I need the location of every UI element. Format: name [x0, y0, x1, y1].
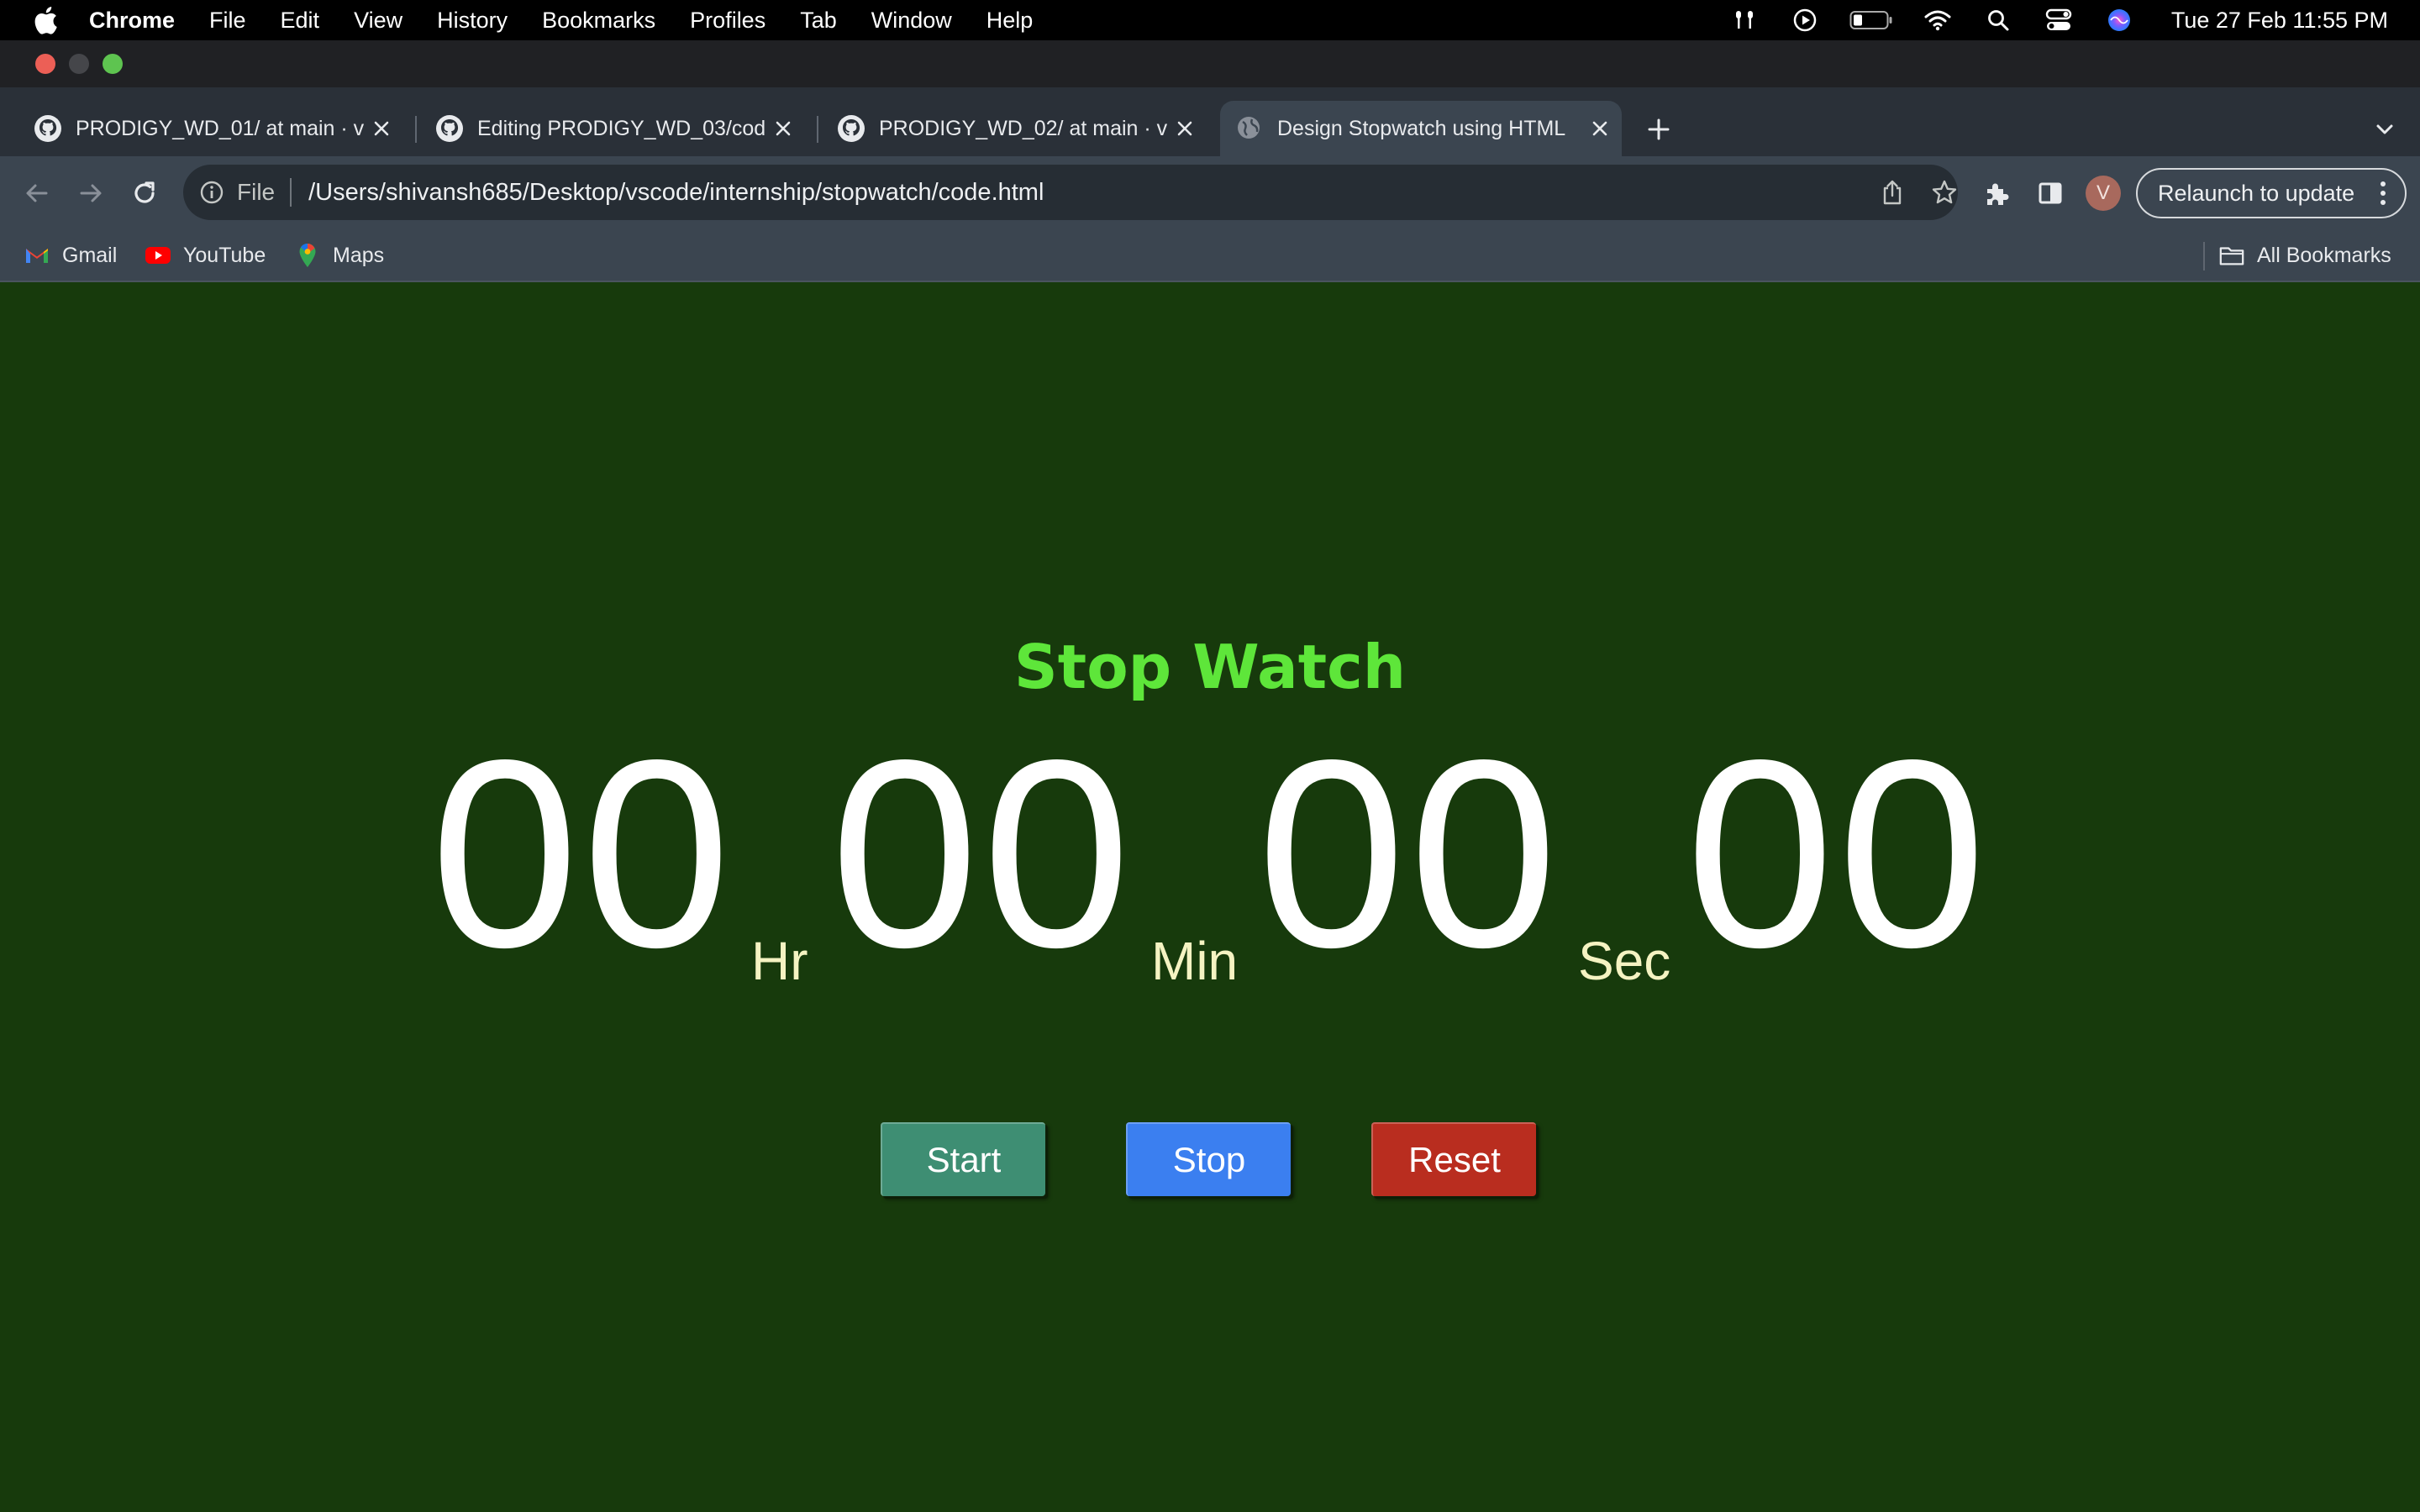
play-icon[interactable]: [1788, 7, 1822, 34]
bookmark-label: Gmail: [62, 243, 118, 267]
tab-editing-prodigy-wd-03[interactable]: Editing PRODIGY_WD_03/code: [420, 101, 805, 156]
all-bookmarks-label: All Bookmarks: [2257, 243, 2391, 267]
bookmarks-bar: Gmail YouTube Maps All Bookmarks: [0, 230, 2420, 282]
bookmark-maps[interactable]: Maps: [294, 240, 384, 270]
bookmarks-separator: [2203, 242, 2205, 270]
seconds-unit-label: Sec: [1578, 931, 1671, 991]
forward-button[interactable]: [72, 175, 109, 212]
menu-file[interactable]: File: [209, 8, 246, 34]
battery-icon[interactable]: [1849, 7, 1894, 34]
minutes-unit-label: Min: [1151, 931, 1239, 991]
url-scheme-label: File: [237, 179, 276, 205]
omnibox-divider: [290, 178, 292, 207]
tab-separator: [415, 116, 417, 143]
airpods-icon[interactable]: [1728, 7, 1761, 34]
tab-design-stopwatch[interactable]: Design Stopwatch using HTML: [1220, 101, 1622, 156]
address-bar[interactable]: File /Users/shivansh685/Desktop/vscode/i…: [183, 165, 1958, 220]
seconds-display: 00: [1257, 705, 1561, 1003]
site-info-icon[interactable]: [197, 177, 227, 207]
globe-icon: [1235, 114, 1264, 143]
close-icon[interactable]: [1168, 112, 1202, 145]
menu-app-name[interactable]: Chrome: [89, 8, 175, 34]
profile-avatar[interactable]: V: [2086, 176, 2121, 211]
tab-title: Design Stopwatch using HTML: [1277, 116, 1566, 140]
hours-unit-label: Hr: [751, 931, 808, 991]
bookmark-youtube[interactable]: YouTube: [145, 240, 266, 270]
tab-prodigy-wd-01[interactable]: PRODIGY_WD_01/ at main · va: [18, 101, 403, 156]
menu-view[interactable]: View: [354, 8, 402, 34]
wifi-icon[interactable]: [1921, 7, 1954, 34]
close-icon[interactable]: [1583, 112, 1617, 145]
close-icon[interactable]: [365, 112, 398, 145]
menu-history[interactable]: History: [437, 8, 508, 34]
menu-bar: Chrome File Edit View History Bookmarks …: [0, 0, 2420, 40]
maps-icon: [294, 242, 321, 269]
all-bookmarks-button[interactable]: All Bookmarks: [2218, 240, 2391, 270]
menu-bookmarks[interactable]: Bookmarks: [542, 8, 655, 34]
menu-help[interactable]: Help: [986, 8, 1034, 34]
status-area: Tue 27 Feb 11:55 PM: [1728, 0, 2420, 40]
start-button[interactable]: Start: [881, 1122, 1045, 1196]
window-titlebar: [0, 40, 2420, 87]
stop-button[interactable]: Stop: [1126, 1122, 1291, 1196]
window-zoom-button[interactable]: [103, 54, 123, 74]
window-minimize-button[interactable]: [69, 54, 89, 74]
share-icon[interactable]: [1876, 176, 1909, 209]
tab-separator: [817, 116, 818, 143]
close-icon[interactable]: [766, 112, 800, 145]
youtube-icon: [145, 242, 171, 269]
extensions-icon[interactable]: [1978, 175, 2015, 212]
tab-title: PRODIGY_WD_02/ at main · va: [879, 116, 1168, 140]
side-panel-icon[interactable]: [2032, 175, 2069, 212]
hours-display: 00: [430, 705, 734, 1003]
relaunch-button[interactable]: Relaunch to update: [2136, 168, 2407, 218]
bookmark-star-icon[interactable]: [1928, 176, 1961, 209]
reset-button[interactable]: Reset: [1371, 1122, 1536, 1196]
more-options-icon[interactable]: [2373, 178, 2393, 208]
url-text[interactable]: /Users/shivansh685/Desktop/vscode/intern…: [308, 179, 1044, 207]
bookmark-label: Maps: [333, 243, 385, 267]
reload-button[interactable]: [126, 175, 163, 212]
menu-profiles[interactable]: Profiles: [690, 8, 765, 34]
tab-search-button[interactable]: [2368, 113, 2402, 146]
minutes-display: 00: [830, 705, 1134, 1003]
github-icon: [837, 114, 865, 143]
tab-title: PRODIGY_WD_01/ at main · va: [76, 116, 365, 140]
tab-strip: PRODIGY_WD_01/ at main · va Editing PROD…: [0, 87, 2420, 156]
tab-title: Editing PRODIGY_WD_03/code: [477, 116, 766, 140]
bookmark-gmail[interactable]: Gmail: [24, 240, 117, 270]
spotlight-icon[interactable]: [1981, 7, 2015, 34]
page-content: Stop Watch 00 Hr 00 Min 00 Sec 00 Start …: [0, 282, 2420, 1512]
tab-prodigy-wd-02[interactable]: PRODIGY_WD_02/ at main · va: [822, 101, 1207, 156]
bookmark-label: YouTube: [183, 243, 266, 267]
new-tab-button[interactable]: [1640, 111, 1677, 148]
window-close-button[interactable]: [35, 54, 55, 74]
apple-icon[interactable]: [30, 5, 60, 35]
gmail-icon: [24, 242, 50, 269]
github-icon: [435, 114, 464, 143]
back-button[interactable]: [18, 175, 55, 212]
menu-clock[interactable]: Tue 27 Feb 11:55 PM: [2171, 8, 2388, 34]
relaunch-label: Relaunch to update: [2158, 180, 2355, 206]
control-center-icon[interactable]: [2042, 7, 2075, 34]
page-title: Stop Watch: [1013, 632, 1407, 702]
menu-edit[interactable]: Edit: [281, 8, 320, 34]
siri-icon[interactable]: [2102, 7, 2136, 34]
menu-tab[interactable]: Tab: [800, 8, 837, 34]
menu-window[interactable]: Window: [871, 8, 952, 34]
browser-toolbar: File /Users/shivansh685/Desktop/vscode/i…: [0, 156, 2420, 230]
centiseconds-display: 00: [1686, 705, 1990, 1003]
github-icon: [34, 114, 62, 143]
folder-icon: [2218, 242, 2245, 269]
